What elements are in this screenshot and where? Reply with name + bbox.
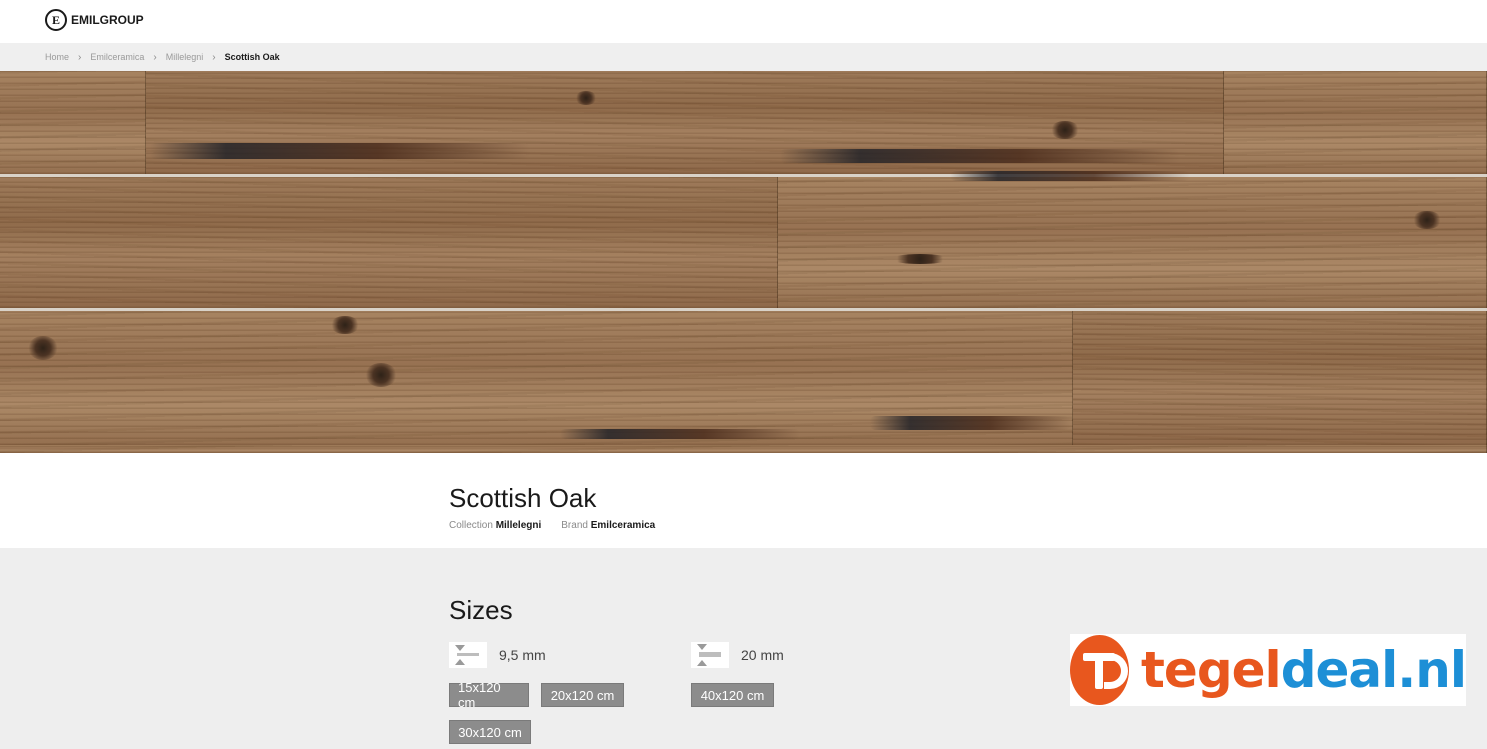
chevron-right-icon: › xyxy=(78,51,82,63)
product-meta: Collection Millelegni Brand Emilceramica xyxy=(449,520,655,531)
wood-scar xyxy=(560,429,800,439)
wordmark-blue: deal.nl xyxy=(1280,641,1467,699)
brand-value[interactable]: Emilceramica xyxy=(591,520,656,531)
site-header: E EMILGROUP xyxy=(0,0,1487,43)
thickness-label: 20 mm xyxy=(741,647,784,663)
wood-plank xyxy=(0,71,146,174)
wood-plank xyxy=(1073,311,1487,445)
wood-plank xyxy=(0,445,1487,453)
chevron-right-icon: › xyxy=(153,51,157,63)
product-title: Scottish Oak xyxy=(449,483,597,513)
thickness-icon xyxy=(449,642,487,668)
chevron-right-icon: › xyxy=(212,51,216,63)
wood-scar xyxy=(950,171,1190,181)
size-button-20x120[interactable]: 20x120 cm xyxy=(541,683,624,707)
wood-knot xyxy=(1412,211,1442,229)
tegeldeal-watermark: tegeldeal.nl xyxy=(1070,634,1467,706)
product-header: Scottish Oak Collection Millelegni Brand… xyxy=(0,453,1487,548)
wood-knot xyxy=(28,336,58,360)
brand-meta: Brand Emilceramica xyxy=(561,520,655,531)
product-hero-image xyxy=(0,71,1487,453)
thickness-group-1: 9,5 mm xyxy=(449,642,546,668)
wood-knot xyxy=(365,363,397,387)
wood-scar xyxy=(870,416,1070,430)
emilgroup-logo[interactable]: E EMILGROUP xyxy=(45,9,144,31)
thickness-label: 9,5 mm xyxy=(499,647,546,663)
wood-knot xyxy=(330,316,360,334)
wood-plank xyxy=(0,177,778,308)
breadcrumb-home[interactable]: Home xyxy=(45,52,69,62)
size-button-15x120[interactable]: 15x120 cm xyxy=(449,680,529,710)
breadcrumb-current: Scottish Oak xyxy=(224,52,280,62)
breadcrumb-brand[interactable]: Emilceramica xyxy=(90,52,144,62)
breadcrumb-collection[interactable]: Millelegni xyxy=(166,52,204,62)
tegeldeal-wordmark: tegeldeal.nl xyxy=(1141,641,1467,699)
wood-knot xyxy=(575,91,597,105)
sizes-title: Sizes xyxy=(449,595,513,625)
breadcrumb: Home › Emilceramica › Millelegni › Scott… xyxy=(0,43,1487,71)
collection-value[interactable]: Millelegni xyxy=(496,520,542,531)
thickness-icon xyxy=(691,642,729,668)
wood-knot xyxy=(1050,121,1080,139)
wood-plank xyxy=(778,177,1487,308)
wood-scar xyxy=(150,143,530,159)
thickness-group-2: 20 mm xyxy=(691,642,784,668)
size-button-30x120[interactable]: 30x120 cm xyxy=(449,720,531,744)
wood-plank xyxy=(1224,71,1487,174)
logo-mark-icon: E xyxy=(45,9,67,31)
wood-knot xyxy=(890,254,950,264)
wordmark-orange: tegel xyxy=(1141,641,1282,699)
size-button-40x120[interactable]: 40x120 cm xyxy=(691,683,774,707)
tegeldeal-logo-icon xyxy=(1070,635,1130,705)
brand-label: Brand xyxy=(561,520,588,531)
wood-scar xyxy=(780,149,1180,163)
collection-label: Collection xyxy=(449,520,493,531)
logo-text: EMILGROUP xyxy=(71,13,144,27)
collection-meta: Collection Millelegni xyxy=(449,520,541,531)
